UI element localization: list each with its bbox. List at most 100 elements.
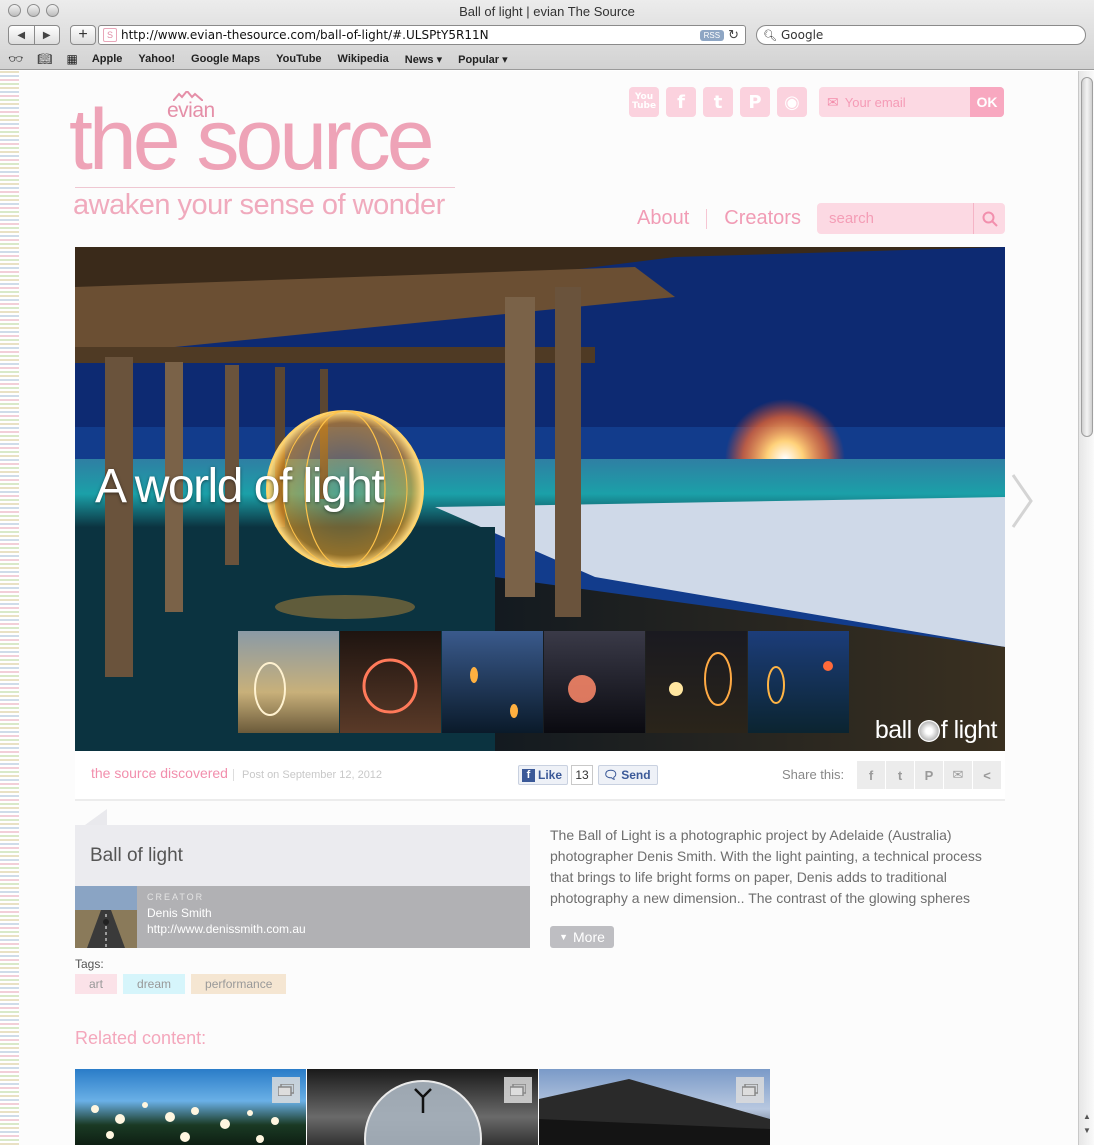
nav-creators[interactable]: Creators xyxy=(724,207,801,230)
more-button[interactable]: ▼ More xyxy=(550,926,614,948)
card-notch xyxy=(85,809,107,825)
creator-label: CREATOR xyxy=(147,892,205,902)
twitter-icon[interactable]: t xyxy=(703,87,733,117)
bookmarks-book-icon[interactable]: 📖︎ xyxy=(37,52,52,66)
bookmark-google-maps[interactable]: Google Maps xyxy=(191,53,260,65)
address-bar[interactable]: S http://www.evian-thesource.com/ball-of… xyxy=(98,25,746,45)
share-more-icon[interactable]: < xyxy=(973,761,1001,789)
hero-title[interactable]: A world of light xyxy=(95,459,385,514)
email-submit-button[interactable]: OK xyxy=(970,87,1004,117)
gallery-icon xyxy=(736,1077,764,1103)
social-links: You Tube f t P ◉ xyxy=(629,87,807,117)
top-sites-grid-icon[interactable]: ▦ xyxy=(66,52,77,66)
scroll-up-arrow-icon[interactable]: ▲ xyxy=(1081,1111,1093,1123)
site-search-input[interactable]: search xyxy=(817,210,973,227)
site-logo[interactable]: the source xyxy=(69,97,435,183)
slide-thumbnail[interactable] xyxy=(442,631,543,733)
envelope-icon: ✉ xyxy=(827,93,839,110)
orb-icon xyxy=(917,719,940,742)
slide-thumbnail[interactable] xyxy=(238,631,339,733)
bookmark-popular-menu[interactable]: Popular ▾ xyxy=(458,53,508,66)
article-card: Ball of light CREATOR Denis Smith http:/… xyxy=(75,809,530,948)
creator-name[interactable]: Denis Smith xyxy=(147,906,306,920)
bookmarks-bar: 👓︎ 📖︎ ▦ Apple Yahoo! Google Maps YouTube… xyxy=(8,50,524,68)
share-email-icon[interactable]: ✉ xyxy=(944,761,972,789)
slide-thumbnail[interactable] xyxy=(646,631,747,733)
related-item[interactable] xyxy=(539,1069,770,1145)
facebook-send-button[interactable]: 🗨︎ Send xyxy=(598,765,658,785)
nav-about[interactable]: About xyxy=(637,207,689,230)
reading-list-icon[interactable]: 👓︎ xyxy=(8,52,23,66)
pinterest-icon[interactable]: P xyxy=(740,87,770,117)
scroll-down-arrow-icon[interactable]: ▼ xyxy=(1081,1125,1093,1137)
hero-slideshow[interactable]: A world of light ball f light xyxy=(75,247,1005,751)
gallery-icon xyxy=(504,1077,532,1103)
bookmark-news-menu[interactable]: News ▾ xyxy=(405,53,442,66)
reload-icon[interactable]: ↻ xyxy=(728,27,739,43)
like-count: 13 xyxy=(571,765,593,785)
thumbnail-image xyxy=(669,652,732,706)
site-search-button[interactable] xyxy=(973,203,1005,234)
scroll-thumb[interactable] xyxy=(1081,77,1093,437)
page-edge-decoration xyxy=(0,71,19,1145)
thumbnail-image xyxy=(254,662,286,716)
creator-website-link[interactable]: http://www.denissmith.com.au xyxy=(147,922,306,936)
slide-thumbnail[interactable] xyxy=(544,631,645,733)
gallery-glyph xyxy=(742,1084,758,1096)
bookmark-yahoo[interactable]: Yahoo! xyxy=(138,53,175,65)
tag-dream[interactable]: dream xyxy=(123,974,186,994)
speech-bubble-icon: 🗨︎ xyxy=(603,768,619,782)
back-button[interactable]: ◀ xyxy=(9,26,35,44)
share-twitter-icon[interactable]: t xyxy=(886,761,914,789)
thumbnail-image xyxy=(767,661,833,704)
next-slide-arrow-icon[interactable] xyxy=(1009,471,1035,531)
url-text[interactable]: http://www.evian-thesource.com/ball-of-l… xyxy=(121,28,700,42)
vertical-scrollbar[interactable]: ▲ ▼ xyxy=(1078,71,1094,1145)
web-page: evian the source awaken your sense of wo… xyxy=(19,71,1078,1145)
facebook-like-button[interactable]: f Like xyxy=(518,765,569,785)
facebook-logo-icon: f xyxy=(522,768,535,782)
browser-chrome: Ball of light | evian The Source ◀ ▶ + S… xyxy=(0,0,1094,70)
more-label: More xyxy=(573,929,605,945)
creator-photo-image xyxy=(75,886,137,948)
facebook-icon[interactable]: f xyxy=(666,87,696,117)
logo-divider xyxy=(75,187,455,188)
youtube-icon[interactable]: You Tube xyxy=(629,87,659,117)
tags-label: Tags: xyxy=(75,957,104,971)
bookmark-youtube[interactable]: YouTube xyxy=(276,53,321,65)
email-input[interactable]: Your email xyxy=(845,95,970,110)
share-pinterest-icon[interactable]: P xyxy=(915,761,943,789)
creator-avatar[interactable] xyxy=(75,886,137,948)
ball-of-light-logo-right: f light xyxy=(940,716,998,744)
main-nav: About Creators xyxy=(637,207,801,230)
magnifier-icon xyxy=(982,211,998,227)
bookmark-wikipedia[interactable]: Wikipedia xyxy=(338,53,389,65)
hero-thumbnail-strip xyxy=(238,631,849,733)
bookmark-apple[interactable]: Apple xyxy=(92,53,123,65)
browser-search-field[interactable]: 🔍︎ Google xyxy=(756,25,1086,45)
tag-art[interactable]: art xyxy=(75,974,118,994)
rss-badge[interactable]: RSS xyxy=(699,29,725,41)
gallery-icon xyxy=(272,1077,300,1103)
triangle-down-icon: ▼ xyxy=(559,932,568,942)
rss-icon[interactable]: ◉ xyxy=(777,87,807,117)
newsletter-form: ✉ Your email OK xyxy=(819,87,1004,117)
gallery-glyph xyxy=(510,1084,526,1096)
related-item[interactable] xyxy=(307,1069,538,1145)
slide-thumbnail[interactable] xyxy=(748,631,849,733)
share-facebook-icon[interactable]: f xyxy=(857,761,885,789)
thumbnail-image xyxy=(568,675,596,703)
site-search: search xyxy=(817,203,1005,234)
slide-thumbnail[interactable] xyxy=(340,631,441,733)
add-bookmark-button[interactable]: + xyxy=(70,25,96,45)
related-item[interactable] xyxy=(75,1069,306,1145)
site-tagline: awaken your sense of wonder xyxy=(73,189,445,221)
post-info-bar: the source discovered Post on September … xyxy=(75,751,1005,801)
window-title: Ball of light | evian The Source xyxy=(459,4,635,19)
related-content-list xyxy=(75,1069,770,1145)
ball-of-light-logo-left: ball xyxy=(874,716,912,744)
gallery-glyph xyxy=(278,1084,294,1096)
category-link[interactable]: the source discovered xyxy=(91,765,228,781)
forward-button[interactable]: ▶ xyxy=(35,26,60,44)
tag-performance[interactable]: performance xyxy=(191,974,287,994)
